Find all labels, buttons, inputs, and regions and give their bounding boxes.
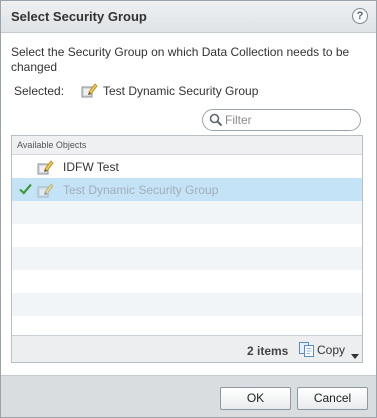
filter-field[interactable] [202, 109, 361, 131]
list-item-label: Test Dynamic Security Group [63, 183, 219, 197]
ok-button[interactable]: OK [220, 387, 291, 410]
security-group-icon [80, 81, 98, 102]
copy-label: Copy [317, 343, 346, 357]
copy-icon [298, 340, 316, 361]
chevron-down-icon [351, 348, 359, 362]
dialog-titlebar: Select Security Group ? [1, 1, 376, 33]
empty-row [12, 201, 362, 224]
security-group-icon [36, 158, 54, 179]
list-item[interactable]: IDFW Test [12, 155, 362, 178]
list-item-label: IDFW Test [63, 160, 119, 174]
security-group-icon [36, 181, 54, 202]
grid-body: IDFW Test Test Dynamic Security Group [12, 155, 362, 335]
copy-button[interactable]: Copy [298, 340, 360, 359]
item-count: 2 items [247, 344, 289, 358]
instructions-text: Select the Security Group on which Data … [11, 45, 350, 74]
filter-input[interactable] [225, 112, 355, 128]
empty-row [12, 224, 362, 247]
list-item-selected[interactable]: Test Dynamic Security Group [12, 178, 362, 201]
search-icon [209, 113, 223, 130]
dialog-title: Select Security Group [11, 9, 147, 24]
checkmark-icon [19, 183, 32, 198]
help-icon[interactable]: ? [352, 8, 368, 24]
button-bar: OK Cancel [1, 375, 376, 417]
available-objects-grid: Available Objects IDFW Test Test Dynamic… [11, 135, 363, 363]
selected-label: Selected: [14, 84, 65, 98]
select-security-group-dialog: Select Security Group ? Select the Secur… [0, 0, 377, 418]
empty-row [12, 247, 362, 270]
selected-value: Test Dynamic Security Group [103, 84, 259, 98]
grid-header: Available Objects [12, 136, 362, 155]
empty-row [12, 293, 362, 316]
empty-row [12, 270, 362, 293]
grid-footer: 2 items Copy [12, 335, 362, 362]
cancel-button[interactable]: Cancel [297, 387, 368, 410]
